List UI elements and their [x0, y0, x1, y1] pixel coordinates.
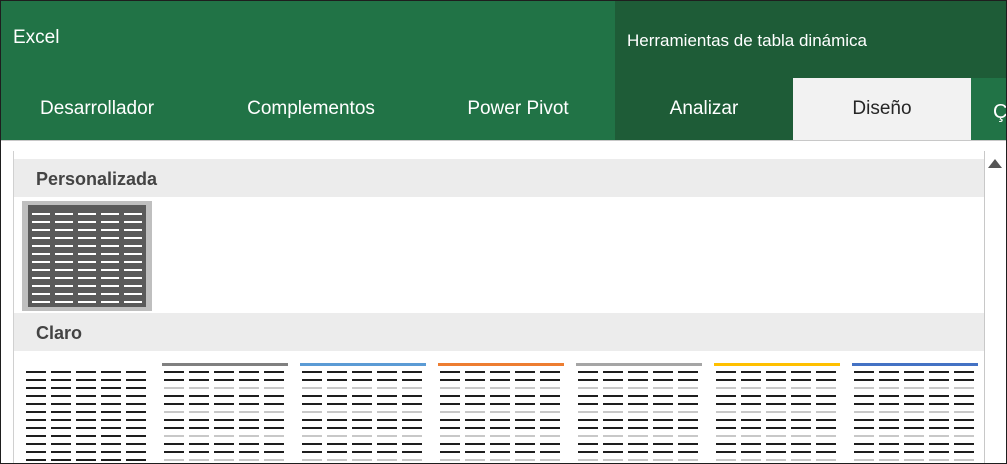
custom-style-preview-icon	[28, 205, 146, 307]
pivot-style-thumbnail[interactable]	[162, 363, 288, 463]
gallery-scrollbar[interactable]	[984, 151, 1005, 463]
pivot-style-thumbnail[interactable]	[852, 363, 978, 463]
window: Excel Herramientas de tabla dinámica Des…	[0, 0, 1007, 464]
style-preview-icon	[162, 363, 288, 461]
pivot-style-gallery: Personalizada Claro	[1, 140, 1006, 463]
tab-diseno[interactable]: Diseño	[793, 78, 971, 140]
style-preview-icon	[438, 363, 564, 461]
style-preview-icon	[300, 363, 426, 461]
app-title: Excel	[13, 27, 60, 48]
ribbon-tabs: Desarrollador Complementos Power Pivot A…	[1, 78, 1006, 140]
section-title-light: Claro	[36, 323, 83, 343]
tab-complementos[interactable]: Complementos	[223, 78, 399, 140]
gallery-content: Personalizada Claro	[13, 151, 984, 463]
context-tab-group: Herramientas de tabla dinámica	[615, 1, 1006, 78]
section-header-light: Claro	[14, 313, 984, 351]
light-styles-row	[14, 359, 984, 463]
pivot-style-thumbnail[interactable]	[438, 363, 564, 463]
custom-style-thumbnail[interactable]	[22, 201, 152, 311]
style-preview-icon	[852, 363, 978, 461]
context-title: Herramientas de tabla dinámica	[627, 31, 868, 50]
tab-desarrollador[interactable]: Desarrollador	[23, 78, 171, 140]
tab-power-pivot[interactable]: Power Pivot	[442, 78, 594, 140]
scroll-up-arrow-icon[interactable]	[988, 159, 1002, 168]
title-bar: Excel Herramientas de tabla dinámica	[1, 1, 1006, 78]
pivot-style-thumbnail[interactable]	[714, 363, 840, 463]
tab-analizar[interactable]: Analizar	[615, 78, 793, 140]
style-preview-icon	[576, 363, 702, 461]
section-header-custom: Personalizada	[14, 159, 984, 197]
section-title-custom: Personalizada	[36, 169, 158, 189]
style-preview-icon	[714, 363, 840, 461]
pivot-style-thumbnail[interactable]	[300, 363, 426, 463]
pivot-style-thumbnail[interactable]	[576, 363, 702, 463]
lightbulb-icon[interactable]: Ç	[993, 101, 1006, 124]
pivot-style-thumbnail[interactable]	[24, 363, 150, 463]
style-preview-icon	[26, 371, 146, 461]
